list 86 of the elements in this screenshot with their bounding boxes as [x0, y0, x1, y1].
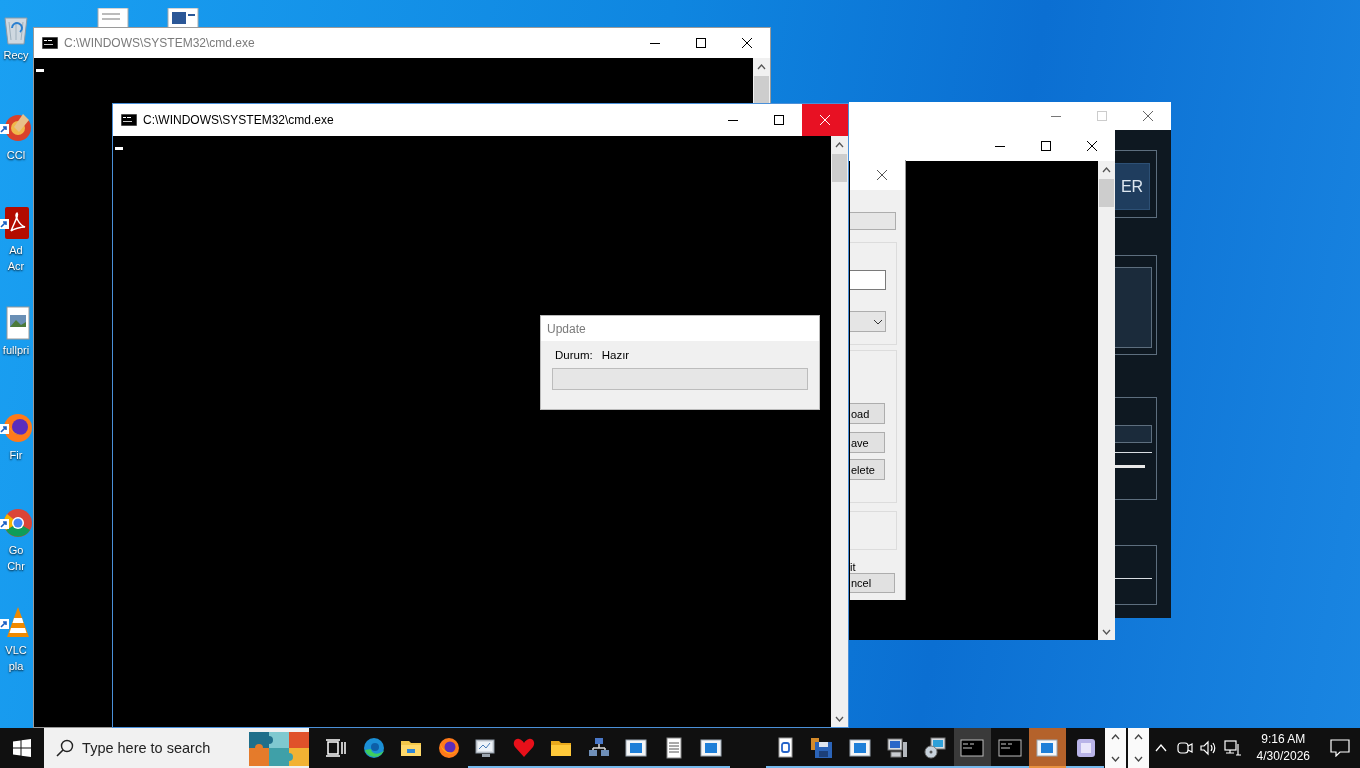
window-icon	[847, 736, 872, 760]
status-label: Durum:	[555, 349, 593, 361]
scrollbar[interactable]	[1098, 161, 1115, 640]
icon-label: Go	[8, 543, 24, 557]
close-icon	[742, 38, 752, 48]
clock-date: 4/30/2026	[1256, 748, 1310, 765]
taskbar-app[interactable]	[953, 728, 992, 768]
dialog-button[interactable]: oad	[850, 403, 885, 424]
text-field[interactable]	[850, 212, 896, 230]
scroll-buttons[interactable]	[1127, 728, 1149, 768]
search-box[interactable]: Type here to search	[44, 728, 309, 768]
scroll-thumb[interactable]	[832, 154, 847, 182]
text-cursor	[115, 147, 123, 150]
taskbar-app[interactable]	[1028, 728, 1067, 768]
task-view-icon	[324, 736, 349, 760]
console-icon	[121, 114, 137, 126]
disc-icon	[922, 736, 947, 760]
network-icon[interactable]	[1223, 740, 1242, 756]
camera-icon[interactable]	[1176, 740, 1193, 756]
search-icon	[56, 739, 75, 757]
maximize-icon	[774, 115, 784, 125]
scroll-down-icon[interactable]	[835, 715, 844, 722]
close-icon	[1087, 140, 1097, 151]
notification-icon[interactable]	[1330, 739, 1350, 757]
label: it	[850, 561, 856, 573]
maximize-icon	[1041, 140, 1051, 151]
window-icon	[699, 736, 724, 760]
text-cursor	[36, 69, 44, 72]
input-field[interactable]	[1115, 425, 1152, 443]
icon-label: Recy	[3, 48, 29, 62]
scroll-up-icon[interactable]	[1102, 166, 1111, 173]
window-icon	[1035, 736, 1060, 760]
firefox-icon	[436, 736, 461, 760]
divider-line	[1115, 452, 1152, 453]
scroll-up-icon[interactable]	[1133, 734, 1143, 740]
console-icon	[960, 736, 985, 760]
console-icon	[42, 37, 58, 49]
window-title: Update	[547, 321, 586, 336]
status-value: Hazır	[601, 349, 630, 361]
clock-time: 9:16 AM	[1261, 731, 1306, 748]
icon-label: Fir	[9, 448, 23, 462]
computer-icon	[885, 736, 910, 760]
close-icon	[877, 170, 887, 180]
icon-label: CCl	[6, 148, 26, 162]
icon-label: Acr	[7, 259, 25, 273]
icon-label: pla	[8, 659, 24, 673]
window-title: C:\WINDOWS\SYSTEM32\cmd.exe	[64, 36, 255, 50]
console-icon	[997, 736, 1022, 760]
scroll-buttons[interactable]	[1104, 728, 1126, 768]
group-box	[850, 511, 897, 550]
edge-icon	[361, 736, 386, 760]
scroll-down-icon[interactable]	[1110, 756, 1120, 762]
scroll-up-icon[interactable]	[835, 141, 844, 148]
scroll-up-icon[interactable]	[1110, 734, 1120, 740]
icon-label: VLC	[5, 643, 27, 657]
scroll-up-icon[interactable]	[757, 63, 766, 70]
chevron-down-icon	[873, 318, 883, 325]
scrollbar[interactable]	[831, 136, 848, 727]
document-icon[interactable]	[166, 8, 200, 28]
maximize-icon	[1097, 111, 1107, 121]
divider-line	[1115, 578, 1152, 579]
slider-track[interactable]	[1115, 465, 1145, 468]
window-title: C:\WINDOWS\SYSTEM32\cmd.exe	[143, 113, 334, 127]
floppy-disk-icon	[810, 736, 835, 760]
scroll-thumb[interactable]	[754, 76, 769, 104]
close-icon	[1143, 111, 1153, 121]
maximize-icon	[696, 38, 706, 48]
windows-logo-icon	[13, 739, 32, 757]
scroll-down-icon[interactable]	[1133, 756, 1143, 762]
search-field[interactable]: Type here to search	[82, 740, 233, 756]
close-icon	[820, 115, 830, 125]
window-icon	[624, 736, 649, 760]
scroll-down-icon[interactable]	[1102, 628, 1111, 635]
dialog-button[interactable]: ave	[850, 432, 885, 453]
action-button[interactable]: ER	[1115, 163, 1150, 210]
clock[interactable]: 9:16 AM 4/30/2026	[1256, 731, 1310, 765]
document-icon[interactable]	[96, 8, 130, 28]
cancel-button[interactable]: ncel	[850, 573, 895, 593]
icon-label: Ad	[9, 243, 23, 257]
scroll-thumb[interactable]	[1099, 179, 1114, 207]
chevron-up-icon[interactable]	[1154, 744, 1167, 752]
text-field[interactable]	[850, 270, 886, 290]
volume-icon[interactable]	[1199, 740, 1218, 756]
icon-label: Chr	[7, 559, 25, 573]
icon-label: fullpri	[2, 343, 30, 357]
dialog-button[interactable]: elete	[850, 459, 885, 480]
